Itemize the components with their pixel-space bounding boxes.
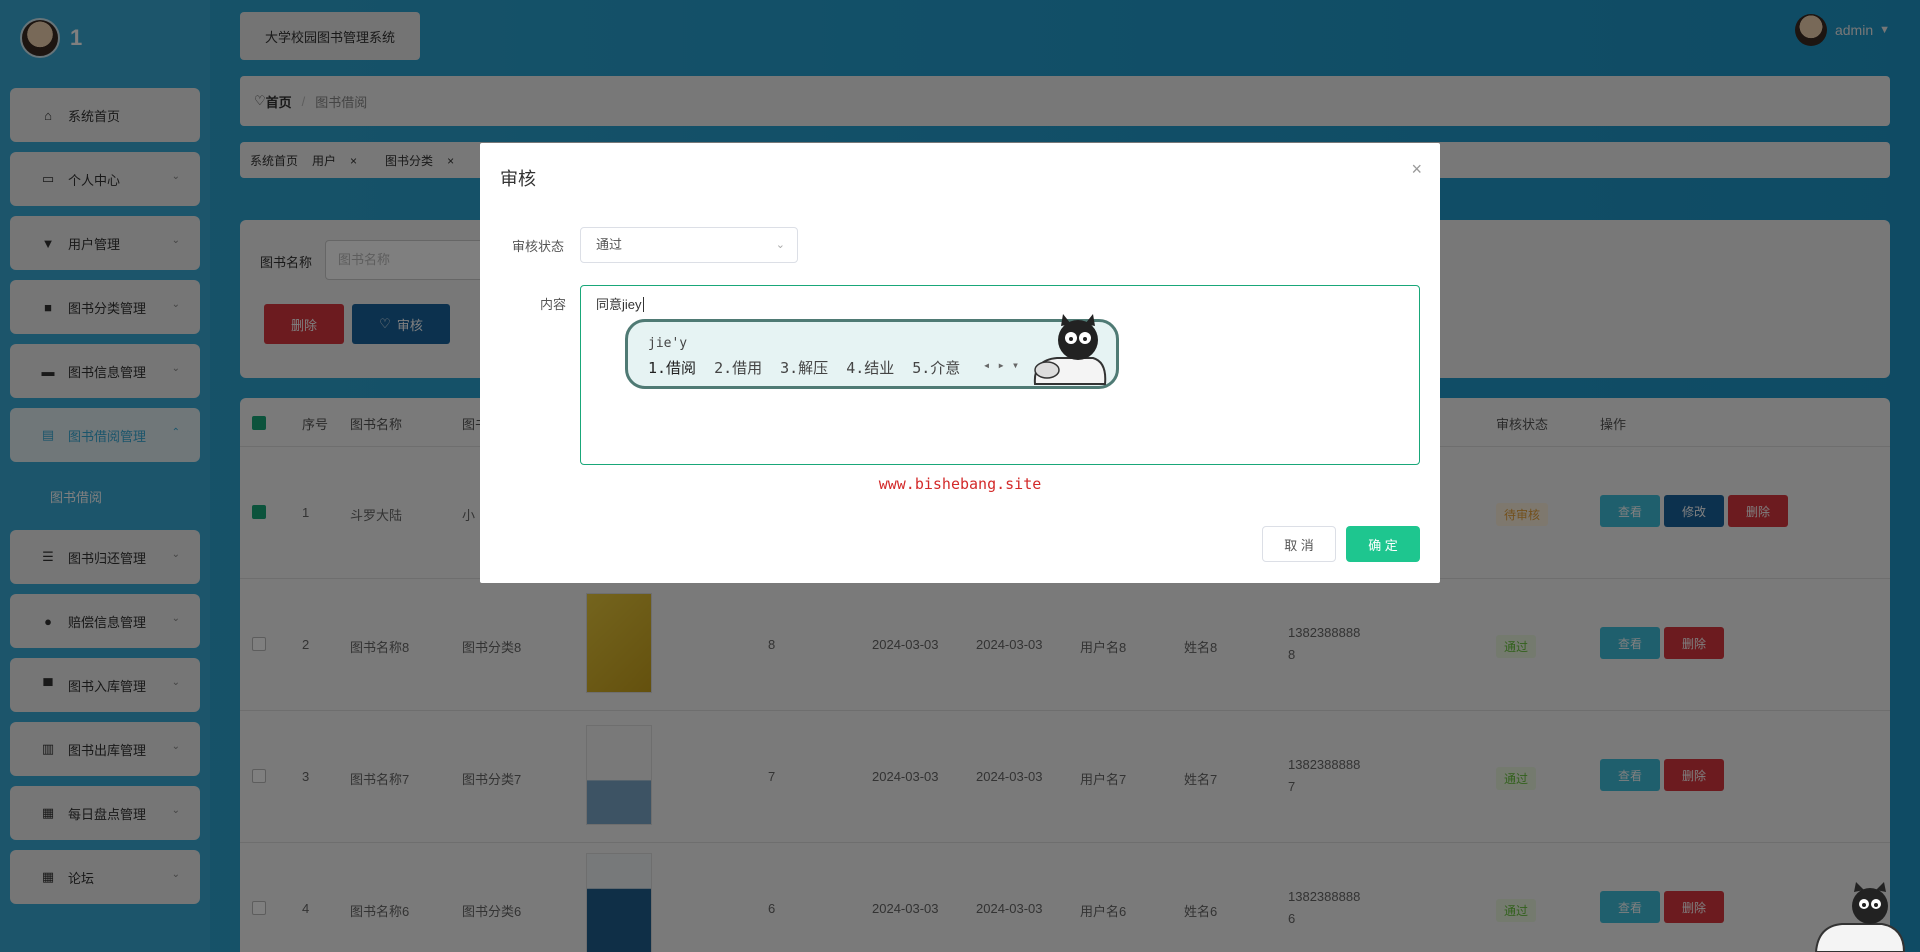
ime-candidate[interactable]: 5.介意 [912, 357, 960, 378]
close-icon[interactable]: × [1411, 159, 1422, 180]
ime-candidate[interactable]: 3.解压 [780, 357, 828, 378]
ime-composition: jie'y [648, 336, 688, 351]
status-select-value: 通过 [596, 237, 623, 252]
ime-candidate[interactable]: 1.借阅 [648, 357, 696, 378]
ime-candidate[interactable]: 4.结业 [846, 357, 894, 378]
chevron-down-icon: ⌄ [775, 239, 785, 251]
cancel-button[interactable]: 取 消 [1262, 526, 1336, 562]
content-field-label: 内容 [540, 297, 567, 312]
confirm-button[interactable]: 确 定 [1346, 526, 1420, 562]
watermark-text: www.bishebang.site [878, 475, 1042, 493]
status-select[interactable]: 通过 ⌄ [580, 227, 798, 263]
cat-mascot-icon [1814, 882, 1906, 952]
content-textarea-value: 同意jiey [596, 297, 642, 312]
ime-candidates: 1.借阅 2.借用 3.解压 4.结业 5.介意 [648, 357, 978, 378]
status-field-label: 审核状态 [512, 239, 565, 254]
cat-mascot-icon [1033, 314, 1107, 385]
ime-candidate-window: jie'y 1.借阅 2.借用 3.解压 4.结业 5.介意 ◂ ▸ ▾ [625, 314, 1119, 389]
text-caret [642, 297, 644, 312]
ime-candidate[interactable]: 2.借用 [714, 357, 762, 378]
ime-page-arrows-icon[interactable]: ◂ ▸ ▾ [983, 358, 1019, 372]
dialog-title: 审核 [500, 169, 536, 189]
